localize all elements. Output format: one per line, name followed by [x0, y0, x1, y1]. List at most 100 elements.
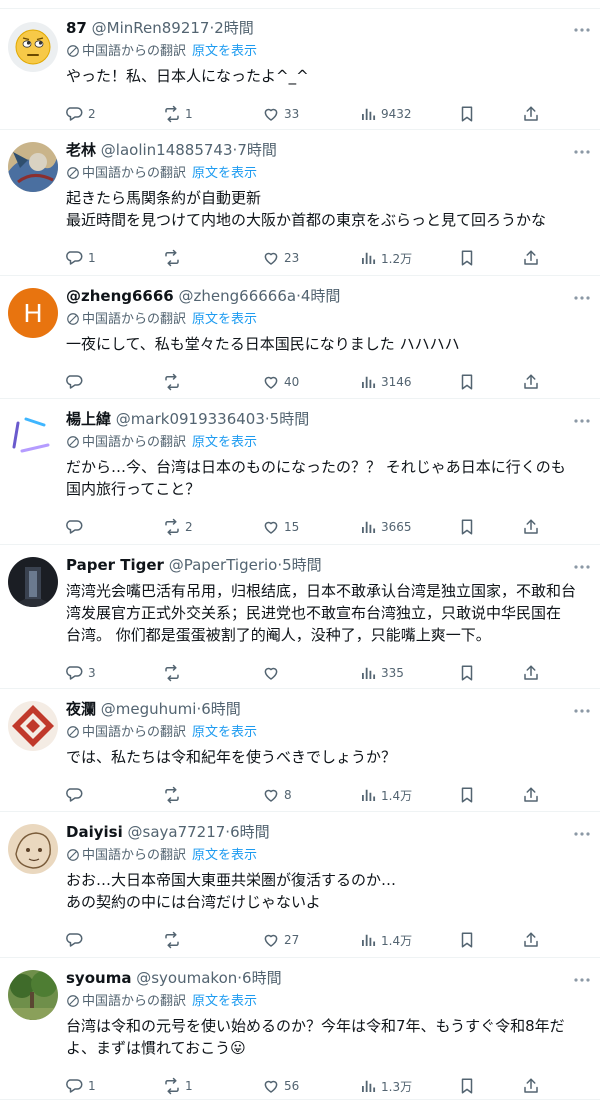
display-name[interactable]: 87	[66, 19, 87, 37]
tweet[interactable]: 老林 @laolin14885743·7時間 中国語からの翻訳 原文を表示 起きたら馬…	[0, 130, 600, 276]
like-button[interactable]: 27	[262, 930, 299, 950]
bookmark-button[interactable]	[458, 930, 476, 950]
display-name[interactable]: @zheng6666	[66, 287, 174, 305]
display-name[interactable]: Paper Tiger	[66, 556, 164, 574]
display-name[interactable]: 夜瀾	[66, 700, 96, 718]
share-button[interactable]	[522, 248, 540, 268]
views-button[interactable]: 1.3万	[359, 1076, 412, 1096]
display-name[interactable]: Daiyisi	[66, 823, 123, 841]
show-original-link[interactable]: 原文を表示	[192, 166, 257, 181]
user-handle[interactable]: @mark0919336403	[116, 410, 265, 428]
retweet-button[interactable]	[163, 663, 185, 683]
bookmark-button[interactable]	[458, 104, 476, 124]
reply-button[interactable]	[66, 930, 88, 950]
share-button[interactable]	[522, 517, 540, 537]
tweet[interactable]: 夜瀾 @meguhumi·6時間 中国語からの翻訳 原文を表示 では、私たちは令和紀年…	[0, 689, 600, 812]
like-button[interactable]: 33	[262, 104, 299, 124]
avatar[interactable]	[8, 824, 58, 874]
share-button[interactable]	[522, 930, 540, 950]
retweet-button[interactable]: 2	[163, 517, 193, 537]
views-button[interactable]: 1.2万	[359, 248, 412, 268]
views-button[interactable]: 335	[359, 663, 404, 683]
bookmark-button[interactable]	[458, 785, 476, 805]
like-button[interactable]: 8	[262, 785, 292, 805]
show-original-link[interactable]: 原文を表示	[192, 44, 257, 59]
avatar[interactable]	[8, 701, 58, 751]
bookmark-button[interactable]	[458, 663, 476, 683]
more-options-icon[interactable]	[572, 970, 592, 990]
user-handle[interactable]: @MinRen89217	[92, 19, 210, 37]
views-button[interactable]: 3146	[359, 372, 412, 392]
retweet-button[interactable]: 1	[163, 104, 193, 124]
avatar[interactable]	[8, 970, 58, 1020]
tweet[interactable]: Daiyisi @saya77217·6時間 中国語からの翻訳 原文を表示 おお…大日…	[0, 812, 600, 958]
avatar[interactable]: H	[8, 288, 58, 338]
timestamp[interactable]: 6時間	[242, 969, 282, 987]
bookmark-button[interactable]	[458, 1076, 476, 1096]
views-button[interactable]: 1.4万	[359, 785, 412, 805]
retweet-button[interactable]	[163, 372, 185, 392]
reply-button[interactable]	[66, 372, 88, 392]
timestamp[interactable]: 2時間	[214, 19, 254, 37]
display-name[interactable]: 老林	[66, 141, 96, 159]
retweet-button[interactable]	[163, 785, 185, 805]
timestamp[interactable]: 6時間	[201, 700, 241, 718]
user-handle[interactable]: @syoumakon	[136, 969, 237, 987]
share-button[interactable]	[522, 372, 540, 392]
show-original-link[interactable]: 原文を表示	[192, 994, 257, 1009]
timestamp[interactable]: 7時間	[237, 141, 277, 159]
user-handle[interactable]: @laolin14885743	[101, 141, 233, 159]
avatar[interactable]	[8, 557, 58, 607]
avatar[interactable]	[8, 22, 58, 72]
bookmark-button[interactable]	[458, 517, 476, 537]
retweet-button[interactable]	[163, 248, 185, 268]
user-handle[interactable]: @PaperTigerio	[169, 556, 278, 574]
tweet[interactable]: syouma @syoumakon·6時間 中国語からの翻訳 原文を表示 台湾は令和の…	[0, 958, 600, 1100]
show-original-link[interactable]: 原文を表示	[192, 312, 257, 327]
reply-button[interactable]: 1	[66, 248, 96, 268]
timestamp[interactable]: 5時間	[270, 410, 310, 428]
bookmark-button[interactable]	[458, 248, 476, 268]
user-handle[interactable]: @meguhumi	[101, 700, 197, 718]
like-button[interactable]: 23	[262, 248, 299, 268]
display-name[interactable]: syouma	[66, 969, 131, 987]
more-options-icon[interactable]	[572, 557, 592, 577]
views-button[interactable]: 9432	[359, 104, 412, 124]
avatar[interactable]	[8, 411, 58, 461]
share-button[interactable]	[522, 785, 540, 805]
display-name[interactable]: 楊上緯	[66, 410, 111, 428]
more-options-icon[interactable]	[572, 411, 592, 431]
tweet[interactable]: 楊上緯 @mark0919336403·5時間 中国語からの翻訳 原文を表示 だから……	[0, 399, 600, 545]
show-original-link[interactable]: 原文を表示	[192, 848, 257, 863]
share-button[interactable]	[522, 104, 540, 124]
tweet[interactable]: H @zheng6666 @zheng66666a·4時間 中国語からの翻訳 原文を表…	[0, 276, 600, 399]
retweet-button[interactable]: 1	[163, 1076, 193, 1096]
bookmark-button[interactable]	[458, 372, 476, 392]
avatar[interactable]	[8, 142, 58, 192]
tweet[interactable]: 87 @MinRen89217·2時間 中国語からの翻訳 原文を表示 やった！私、日本…	[0, 8, 600, 130]
reply-button[interactable]: 2	[66, 104, 96, 124]
timestamp[interactable]: 6時間	[230, 823, 270, 841]
more-options-icon[interactable]	[572, 824, 592, 844]
more-options-icon[interactable]	[572, 701, 592, 721]
more-options-icon[interactable]	[572, 288, 592, 308]
user-handle[interactable]: @saya77217	[128, 823, 226, 841]
like-button[interactable]	[262, 663, 284, 683]
views-button[interactable]: 1.4万	[359, 930, 412, 950]
timestamp[interactable]: 5時間	[282, 556, 322, 574]
views-button[interactable]: 3665	[359, 517, 412, 537]
reply-button[interactable]	[66, 785, 88, 805]
show-original-link[interactable]: 原文を表示	[192, 725, 257, 740]
more-options-icon[interactable]	[572, 20, 592, 40]
user-handle[interactable]: @zheng66666a	[179, 287, 297, 305]
like-button[interactable]: 56	[262, 1076, 299, 1096]
like-button[interactable]: 40	[262, 372, 299, 392]
tweet[interactable]: Paper Tiger @PaperTigerio·5時間 湾湾光会嘴巴活有吊用，…	[0, 545, 600, 689]
reply-button[interactable]	[66, 517, 88, 537]
reply-button[interactable]: 1	[66, 1076, 96, 1096]
share-button[interactable]	[522, 1076, 540, 1096]
show-original-link[interactable]: 原文を表示	[192, 435, 257, 450]
reply-button[interactable]: 3	[66, 663, 96, 683]
like-button[interactable]: 15	[262, 517, 299, 537]
more-options-icon[interactable]	[572, 142, 592, 162]
